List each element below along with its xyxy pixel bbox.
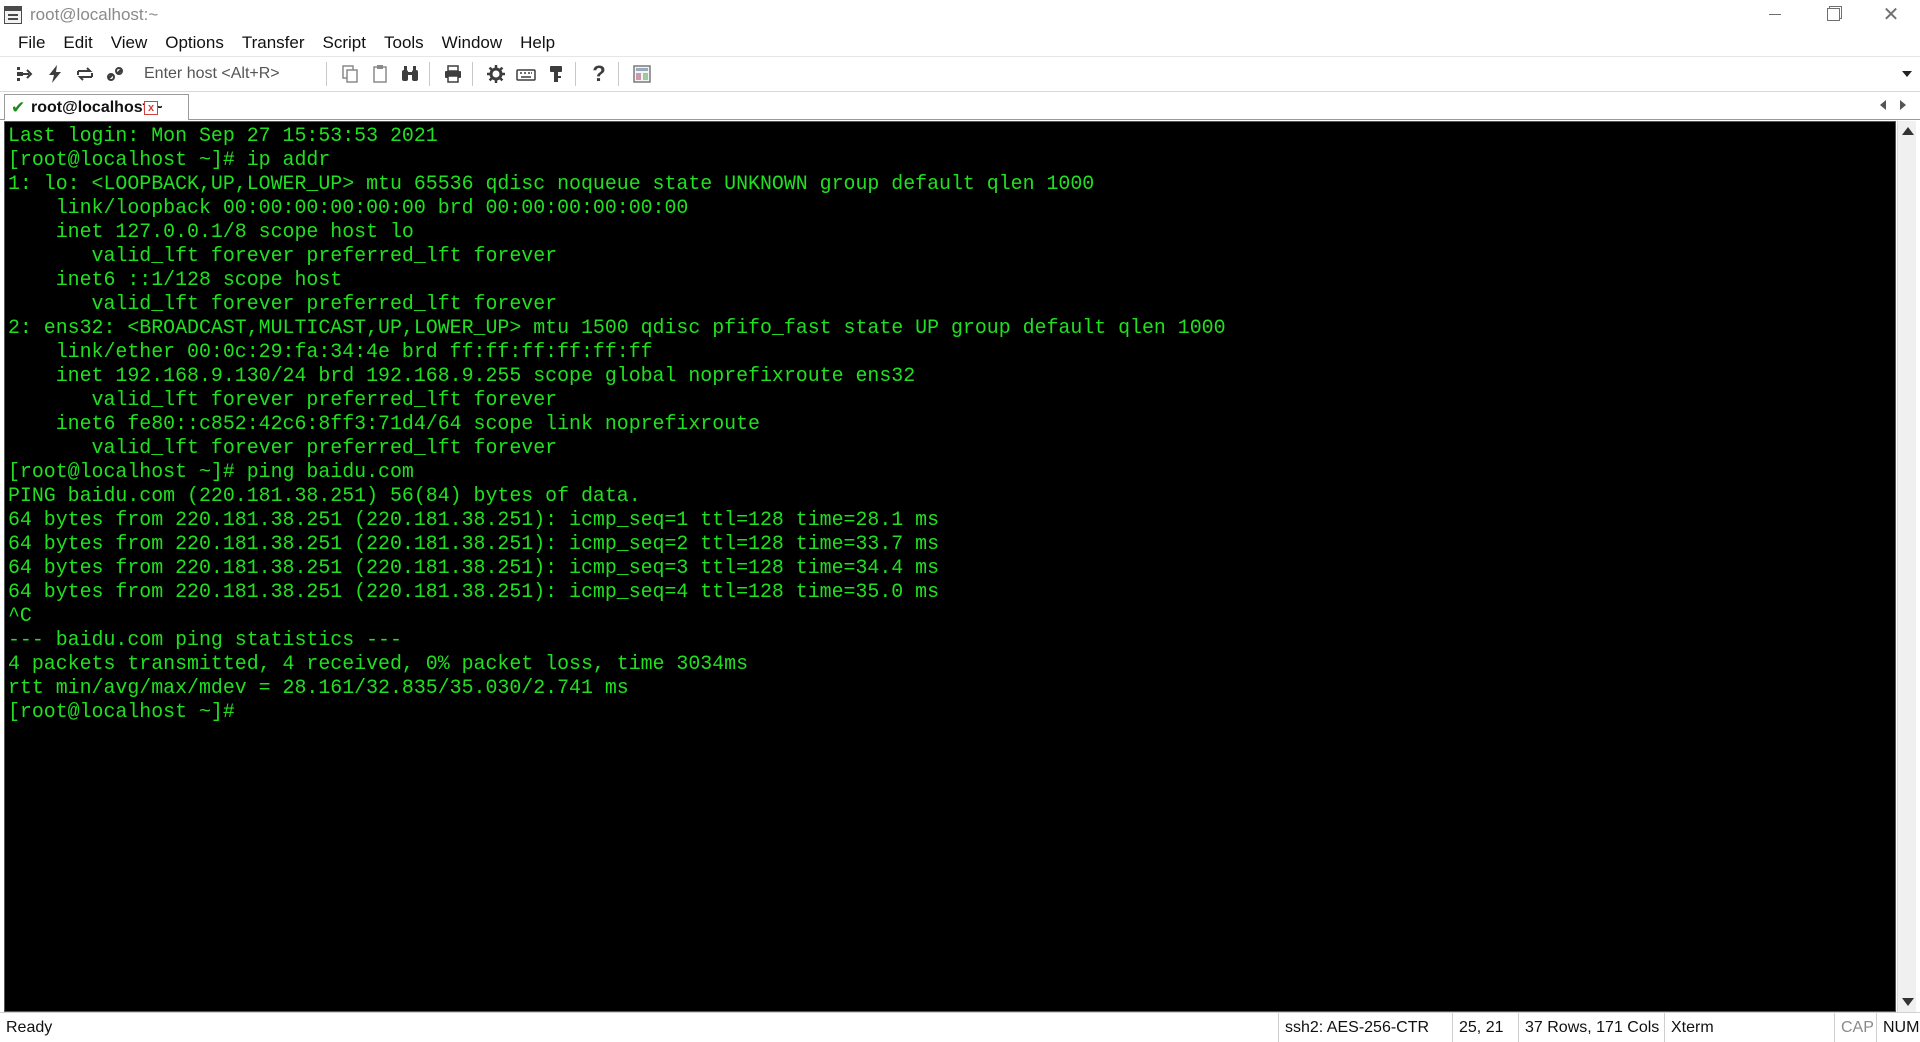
menu-options[interactable]: Options (156, 29, 233, 56)
terminal-line: valid_lft forever preferred_lft forever (8, 292, 558, 315)
toolbar-separator (472, 62, 473, 86)
terminal-line: valid_lft forever preferred_lft forever (8, 436, 558, 459)
app-icon (4, 5, 22, 24)
terminal-output: Last login: Mon Sep 27 15:53:53 2021 [roo… (5, 122, 1895, 724)
toolbar-separator (575, 62, 576, 86)
menu-help[interactable]: Help (511, 29, 564, 56)
terminal-line: valid_lft forever preferred_lft forever (8, 244, 558, 267)
status-cursor-position: 25, 21 (1452, 1013, 1518, 1042)
toolbar-separator (618, 62, 619, 86)
quick-connect-icon[interactable] (42, 61, 68, 87)
terminal-line: Last login: Mon Sep 27 15:53:53 2021 (8, 124, 438, 147)
terminal-line: 64 bytes from 220.181.38.251 (220.181.38… (8, 580, 940, 603)
terminal-line: 64 bytes from 220.181.38.251 (220.181.38… (8, 508, 940, 531)
terminal-scrollbar[interactable] (1897, 121, 1916, 1012)
connect-icon[interactable] (12, 61, 38, 87)
terminal-line: 1: lo: <LOOPBACK,UP,LOWER_UP> mtu 65536 … (8, 172, 1095, 195)
minimize-icon[interactable] (1746, 0, 1804, 29)
terminal-line: 2: ens32: <BROADCAST,MULTICAST,UP,LOWER_… (8, 316, 1226, 339)
terminal-line: [root@localhost ~]# ip addr (8, 148, 331, 171)
window-controls: ✕ (1746, 0, 1920, 29)
status-num-lock: NUM (1876, 1013, 1920, 1042)
chevron-down-icon[interactable] (1902, 71, 1912, 77)
toolbar-separator (326, 62, 327, 86)
title-bar: root@localhost:~ ✕ (0, 0, 1920, 29)
status-caps-lock: CAP (1834, 1013, 1876, 1042)
terminal-line: inet6 fe80::c852:42c6:8ff3:71d4/64 scope… (8, 412, 760, 435)
terminal-line: link/loopback 00:00:00:00:00:00 brd 00:0… (8, 196, 689, 219)
terminal-line: 64 bytes from 220.181.38.251 (220.181.38… (8, 532, 940, 555)
terminal-line: 4 packets transmitted, 4 received, 0% pa… (8, 652, 749, 675)
reconnect-icon[interactable] (72, 61, 98, 87)
toolbar-separator (429, 62, 430, 86)
host-input[interactable] (140, 61, 320, 87)
paste-icon[interactable] (367, 61, 393, 87)
terminal-line: valid_lft forever preferred_lft forever (8, 388, 558, 411)
tab-label: root@localhost:~ (31, 98, 163, 116)
print-icon[interactable] (440, 61, 466, 87)
terminal-line: inet 192.168.9.130/24 brd 192.168.9.255 … (8, 364, 916, 387)
status-bar: Ready ssh2: AES-256-CTR 25, 21 37 Rows, … (0, 1012, 1920, 1042)
keymap-icon[interactable] (513, 61, 539, 87)
menu-tools[interactable]: Tools (375, 29, 433, 56)
menu-edit[interactable]: Edit (54, 29, 101, 56)
terminal-line: rtt min/avg/max/mdev = 28.161/32.835/35.… (8, 676, 629, 699)
settings-icon[interactable] (483, 61, 509, 87)
menu-transfer[interactable]: Transfer (233, 29, 314, 56)
copy-icon[interactable] (337, 61, 363, 87)
scroll-down-icon[interactable] (1902, 998, 1914, 1006)
disconnect-icon[interactable] (102, 61, 128, 87)
tab-session[interactable]: ✔ root@localhost:~ x (4, 94, 189, 120)
tab-bar: ✔ root@localhost:~ x (0, 92, 1920, 120)
terminal-line: [root@localhost ~]# ping baidu.com (8, 460, 414, 483)
terminal-line: ^C (8, 604, 32, 627)
menu-view[interactable]: View (102, 29, 157, 56)
window-title: root@localhost:~ (30, 4, 159, 24)
terminal-line: inet 127.0.0.1/8 scope host lo (8, 220, 414, 243)
menu-bar: File Edit View Options Transfer Script T… (0, 29, 1920, 56)
menu-window[interactable]: Window (433, 29, 511, 56)
terminal-line: PING baidu.com (220.181.38.251) 56(84) b… (8, 484, 641, 507)
terminal-screen[interactable]: Last login: Mon Sep 27 15:53:53 2021 [roo… (4, 121, 1896, 1012)
key-icon[interactable] (543, 61, 569, 87)
help-icon[interactable]: ? (586, 61, 612, 87)
status-terminal-size: 37 Rows, 171 Cols (1518, 1013, 1664, 1042)
terminal-line: [root@localhost ~]# (8, 700, 235, 723)
restore-icon[interactable] (1804, 0, 1862, 29)
status-ready: Ready (6, 1019, 53, 1036)
terminal-line: link/ether 00:0c:29:fa:34:4e brd ff:ff:f… (8, 340, 653, 363)
menu-script[interactable]: Script (314, 29, 375, 56)
terminal-line: --- baidu.com ping statistics --- (8, 628, 402, 651)
tab-scroll-right-icon[interactable] (1900, 100, 1906, 110)
toolbar: ? (0, 56, 1920, 92)
connected-check-icon: ✔ (11, 97, 26, 117)
menu-file[interactable]: File (0, 29, 54, 56)
status-cipher: ssh2: AES-256-CTR (1278, 1013, 1452, 1042)
close-tab-icon[interactable]: x (144, 101, 158, 115)
scroll-up-icon[interactable] (1902, 127, 1914, 135)
session-manager-icon[interactable] (629, 61, 655, 87)
find-icon[interactable] (397, 61, 423, 87)
terminal-line: 64 bytes from 220.181.38.251 (220.181.38… (8, 556, 940, 579)
terminal-line: inet6 ::1/128 scope host (8, 268, 343, 291)
close-icon[interactable]: ✕ (1862, 0, 1920, 29)
status-emulation: Xterm (1664, 1013, 1794, 1042)
tab-scroll-left-icon[interactable] (1880, 100, 1886, 110)
